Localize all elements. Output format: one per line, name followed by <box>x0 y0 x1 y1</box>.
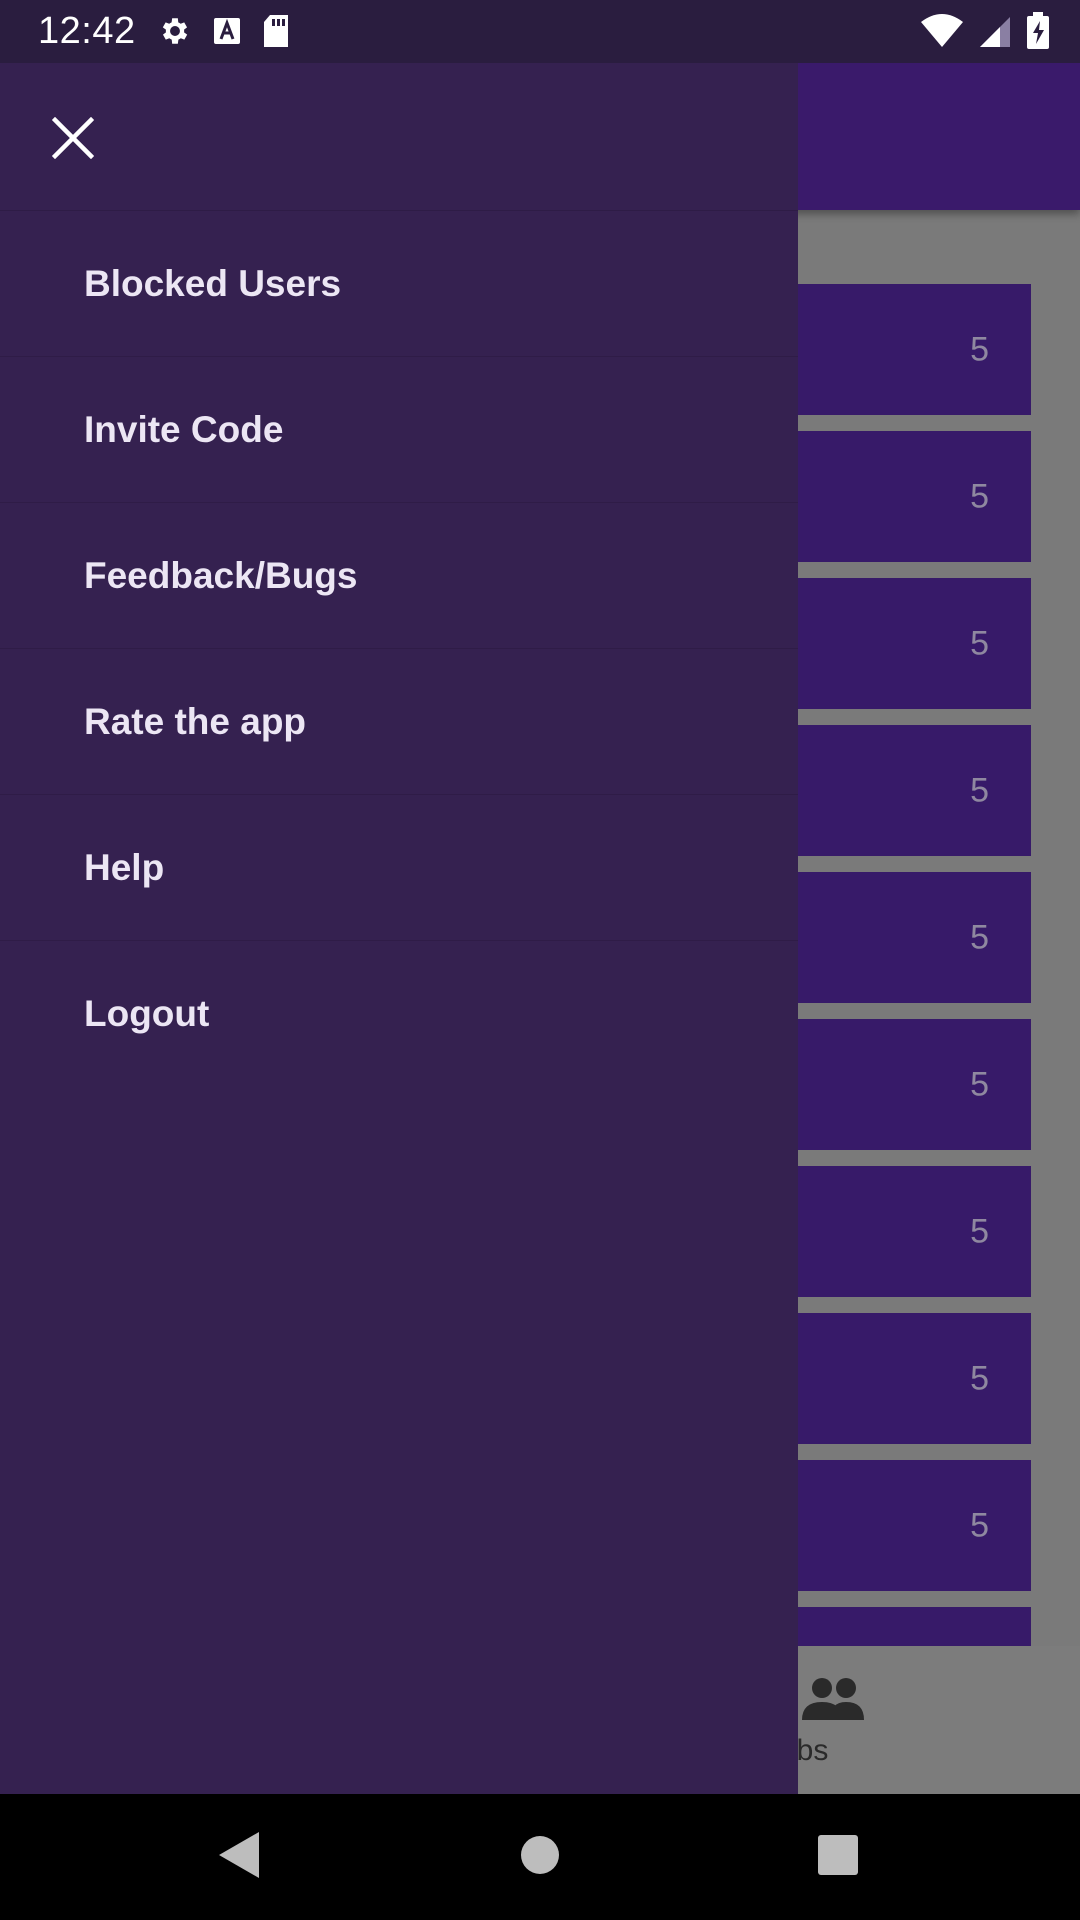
system-navigation-bar <box>0 1794 1080 1920</box>
menu-item-label: Logout <box>84 993 210 1034</box>
navigation-drawer: Blocked Users Invite Code Feedback/Bugs … <box>0 63 798 1794</box>
screen: 5 5 5 5 5 5 5 5 5 ubs 12:42 Blocked User… <box>0 0 1080 1920</box>
close-button[interactable] <box>40 107 106 173</box>
status-bar: 12:42 <box>0 0 1080 63</box>
back-button[interactable] <box>204 1822 274 1892</box>
home-icon <box>519 1834 561 1881</box>
sd-card-icon <box>262 14 290 53</box>
status-notification-icons <box>158 14 290 53</box>
menu-item-logout[interactable]: Logout <box>0 941 798 1087</box>
menu-item-label: Feedback/Bugs <box>84 554 358 596</box>
menu-item-help[interactable]: Help <box>0 795 798 941</box>
back-icon <box>217 1830 261 1885</box>
menu-item-invite-code[interactable]: Invite Code <box>0 357 798 503</box>
status-time: 12:42 <box>38 10 136 52</box>
battery-charging-icon <box>1026 12 1050 55</box>
recents-button[interactable] <box>803 1822 873 1892</box>
menu-item-feedback-bugs[interactable]: Feedback/Bugs <box>0 503 798 649</box>
gear-icon <box>158 14 192 53</box>
drawer-header <box>0 63 798 211</box>
wifi-icon <box>920 14 964 53</box>
home-button[interactable] <box>505 1822 575 1892</box>
recents-icon <box>817 1834 859 1881</box>
menu-item-label: Blocked Users <box>84 262 342 304</box>
close-icon <box>51 116 95 164</box>
cell-signal-icon <box>978 14 1012 53</box>
status-system-icons <box>920 12 1050 55</box>
menu-item-rate-app[interactable]: Rate the app <box>0 649 798 795</box>
menu-item-label: Invite Code <box>84 408 284 450</box>
menu-item-label: Help <box>84 846 165 888</box>
menu-item-blocked-users[interactable]: Blocked Users <box>0 211 798 357</box>
menu-item-label: Rate the app <box>84 700 307 742</box>
keyboard-a-icon <box>212 16 242 51</box>
